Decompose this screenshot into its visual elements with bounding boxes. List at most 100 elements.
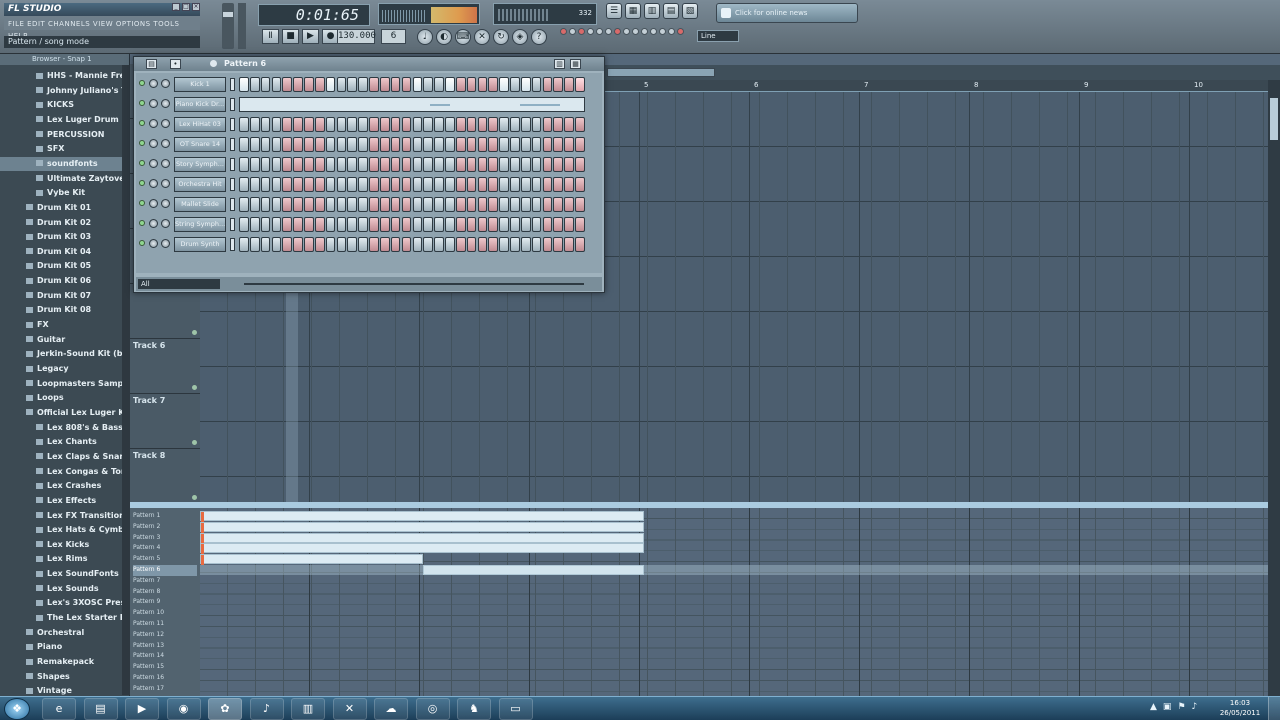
snap-dot-icon[interactable] — [596, 28, 603, 35]
snap-dot-icon[interactable] — [578, 28, 585, 35]
step-button[interactable] — [477, 177, 488, 192]
browser-item[interactable]: Lex Sounds — [0, 582, 122, 596]
step-button[interactable] — [304, 217, 314, 232]
step-button[interactable] — [260, 137, 271, 152]
browser-item[interactable]: Johnny Juliano's T... — [0, 84, 122, 98]
step-button[interactable] — [369, 77, 379, 92]
channel-name-button[interactable]: String Symph... — [174, 217, 226, 232]
snap-dot-icon[interactable] — [569, 28, 576, 35]
channel-mute-led-icon[interactable] — [139, 160, 145, 166]
pattern-name[interactable]: Pattern 9 — [133, 597, 160, 608]
step-button[interactable] — [510, 137, 520, 152]
step-button[interactable] — [369, 237, 379, 252]
step-button[interactable] — [369, 197, 379, 212]
show-desktop-button[interactable] — [1268, 697, 1280, 720]
step-button[interactable] — [466, 157, 477, 172]
channel-piano-roll-preview[interactable] — [239, 97, 585, 112]
channel-pan-knob[interactable] — [149, 159, 158, 168]
channel-select-toggle[interactable] — [230, 238, 235, 251]
step-button[interactable] — [282, 177, 293, 192]
pattern-clip[interactable] — [200, 543, 644, 555]
piano-roll-window-icon[interactable]: ▥ — [644, 3, 660, 19]
step-button[interactable] — [293, 137, 303, 152]
channel-name-button[interactable]: Kick 1 — [174, 77, 226, 92]
step-button[interactable] — [531, 117, 542, 132]
menu-bar[interactable]: FILE EDIT CHANNELS VIEW OPTIONS TOOLS HE… — [4, 18, 200, 40]
step-button[interactable] — [455, 197, 466, 212]
step-button[interactable] — [531, 137, 542, 152]
step-button[interactable] — [325, 157, 336, 172]
step-button[interactable] — [282, 237, 293, 252]
step-button[interactable] — [347, 237, 358, 252]
firefox-taskbar-icon[interactable]: ◉ — [166, 698, 201, 720]
step-button[interactable] — [271, 77, 282, 92]
browser-item[interactable]: Lex 808's & Basses — [0, 421, 122, 435]
track-led-icon[interactable] — [192, 330, 197, 335]
step-button[interactable] — [434, 177, 444, 192]
step-button[interactable] — [390, 117, 401, 132]
notes-taskbar-icon[interactable]: ▭ — [498, 698, 533, 720]
step-button[interactable] — [358, 77, 368, 92]
step-button[interactable] — [249, 117, 260, 132]
step-button[interactable] — [325, 137, 336, 152]
step-button[interactable] — [336, 217, 347, 232]
browser-item[interactable]: Lex FX Transitions — [0, 509, 122, 523]
browser-item[interactable]: Drum Kit 08 — [0, 303, 122, 317]
step-button[interactable] — [520, 197, 531, 212]
step-button[interactable] — [390, 157, 401, 172]
step-button[interactable] — [434, 237, 444, 252]
news-panel[interactable]: Click for online news — [716, 3, 858, 23]
channel-mute-led-icon[interactable] — [139, 140, 145, 146]
step-button[interactable] — [358, 237, 368, 252]
channel-mute-led-icon[interactable] — [139, 240, 145, 246]
step-button[interactable] — [347, 77, 358, 92]
channel-name-button[interactable]: Orchestra Hit — [174, 177, 226, 192]
step-button[interactable] — [347, 197, 358, 212]
step-button[interactable] — [575, 157, 585, 172]
step-button[interactable] — [239, 77, 249, 92]
step-sequencer-titlebar[interactable]: ▤ • Pattern 6 ▥ ▦ — [134, 57, 604, 71]
channel-pan-knob[interactable] — [149, 99, 158, 108]
step-button[interactable] — [314, 137, 325, 152]
pattern-name[interactable]: Pattern 6 — [133, 565, 197, 576]
step-button[interactable] — [434, 137, 444, 152]
step-button[interactable] — [564, 177, 574, 192]
step-button[interactable] — [423, 77, 433, 92]
step-button[interactable] — [304, 197, 314, 212]
step-button[interactable] — [575, 197, 585, 212]
step-button[interactable] — [379, 177, 390, 192]
step-button[interactable] — [499, 157, 509, 172]
step-button[interactable] — [390, 77, 401, 92]
channel-pan-knob[interactable] — [149, 119, 158, 128]
step-button[interactable] — [553, 77, 564, 92]
channel-select-toggle[interactable] — [230, 138, 235, 151]
step-button[interactable] — [423, 117, 433, 132]
step-button[interactable] — [390, 197, 401, 212]
pattern-name[interactable]: Pattern 17 — [133, 684, 164, 695]
step-button[interactable] — [293, 237, 303, 252]
browser-item[interactable]: Remakepack — [0, 655, 122, 669]
step-button[interactable] — [488, 117, 499, 132]
pattern-name[interactable]: Pattern 2 — [133, 522, 160, 533]
step-button[interactable] — [390, 217, 401, 232]
step-button[interactable] — [564, 157, 574, 172]
step-button[interactable] — [520, 177, 531, 192]
browser-item[interactable]: Loopmasters Sample... — [0, 377, 122, 391]
browser-item[interactable]: The Lex Starter Kit — [0, 611, 122, 625]
channel-mute-led-icon[interactable] — [139, 200, 145, 206]
step-button[interactable] — [336, 197, 347, 212]
step-button[interactable] — [282, 217, 293, 232]
step-button[interactable] — [336, 137, 347, 152]
step-button[interactable] — [260, 237, 271, 252]
step-button[interactable] — [455, 217, 466, 232]
track-led-icon[interactable] — [192, 385, 197, 390]
step-button[interactable] — [347, 177, 358, 192]
browser-header[interactable]: Browser - Snap 1 — [0, 54, 129, 65]
step-button[interactable] — [499, 117, 509, 132]
step-button[interactable] — [575, 177, 585, 192]
step-button[interactable] — [347, 157, 358, 172]
step-button[interactable] — [358, 217, 368, 232]
step-button[interactable] — [488, 237, 499, 252]
step-button[interactable] — [325, 177, 336, 192]
step-button[interactable] — [445, 177, 455, 192]
